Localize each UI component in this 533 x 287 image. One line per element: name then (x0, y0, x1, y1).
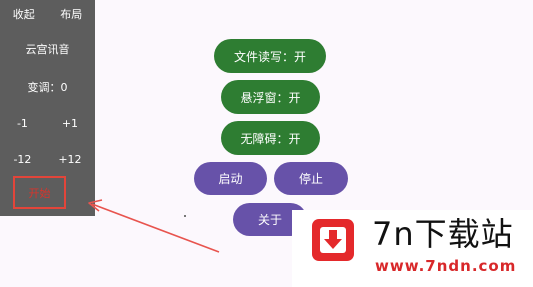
octave-step-row: -12 +12 (0, 151, 95, 167)
watermark-title: 7n下载站 (372, 215, 514, 253)
about-label: 关于 (257, 213, 282, 227)
collapse-button[interactable]: 收起 (13, 6, 35, 22)
stop-label: 停止 (298, 172, 323, 186)
stop-button[interactable]: 停止 (274, 162, 348, 195)
pitch-plus-1-button[interactable]: +1 (62, 117, 78, 130)
floating-panel: 收起 布局 云宫讯音 变调：0 -1 +1 -12 +12 开始 (0, 0, 95, 216)
layout-button[interactable]: 布局 (60, 6, 82, 22)
panel-title: 云宫讯音 (25, 43, 70, 56)
watermark-url: www.7ndn.com (375, 257, 517, 275)
pitch-row: 变调：0 (0, 79, 95, 95)
stray-dot (184, 215, 186, 217)
pitch-minus-1-button[interactable]: -1 (17, 117, 28, 130)
watermark: 7n下载站 www.7ndn.com (292, 210, 533, 287)
file-rw-toggle[interactable]: 文件读写：开 (214, 39, 326, 73)
file-rw-label: 文件读写：开 (233, 49, 306, 64)
pitch-minus-12-button[interactable]: -12 (13, 153, 31, 166)
pitch-plus-12-button[interactable]: +12 (58, 153, 81, 166)
pitch-display: 变调：0 (27, 81, 68, 94)
panel-title-row: 云宫讯音 (0, 41, 95, 57)
floating-window-toggle[interactable]: 悬浮窗：开 (221, 80, 320, 114)
panel-header: 收起 布局 (0, 6, 95, 22)
floating-window-label: 悬浮窗：开 (240, 90, 301, 105)
start-button[interactable]: 开始 (13, 176, 66, 209)
accessibility-toggle[interactable]: 无障碍：开 (221, 121, 320, 155)
start-button-label: 开始 (28, 186, 51, 200)
launch-button[interactable]: 启动 (194, 162, 267, 195)
accessibility-label: 无障碍：开 (240, 131, 301, 146)
launch-label: 启动 (218, 172, 243, 186)
pitch-step-row: -1 +1 (0, 115, 95, 131)
download-logo-icon (312, 219, 354, 261)
